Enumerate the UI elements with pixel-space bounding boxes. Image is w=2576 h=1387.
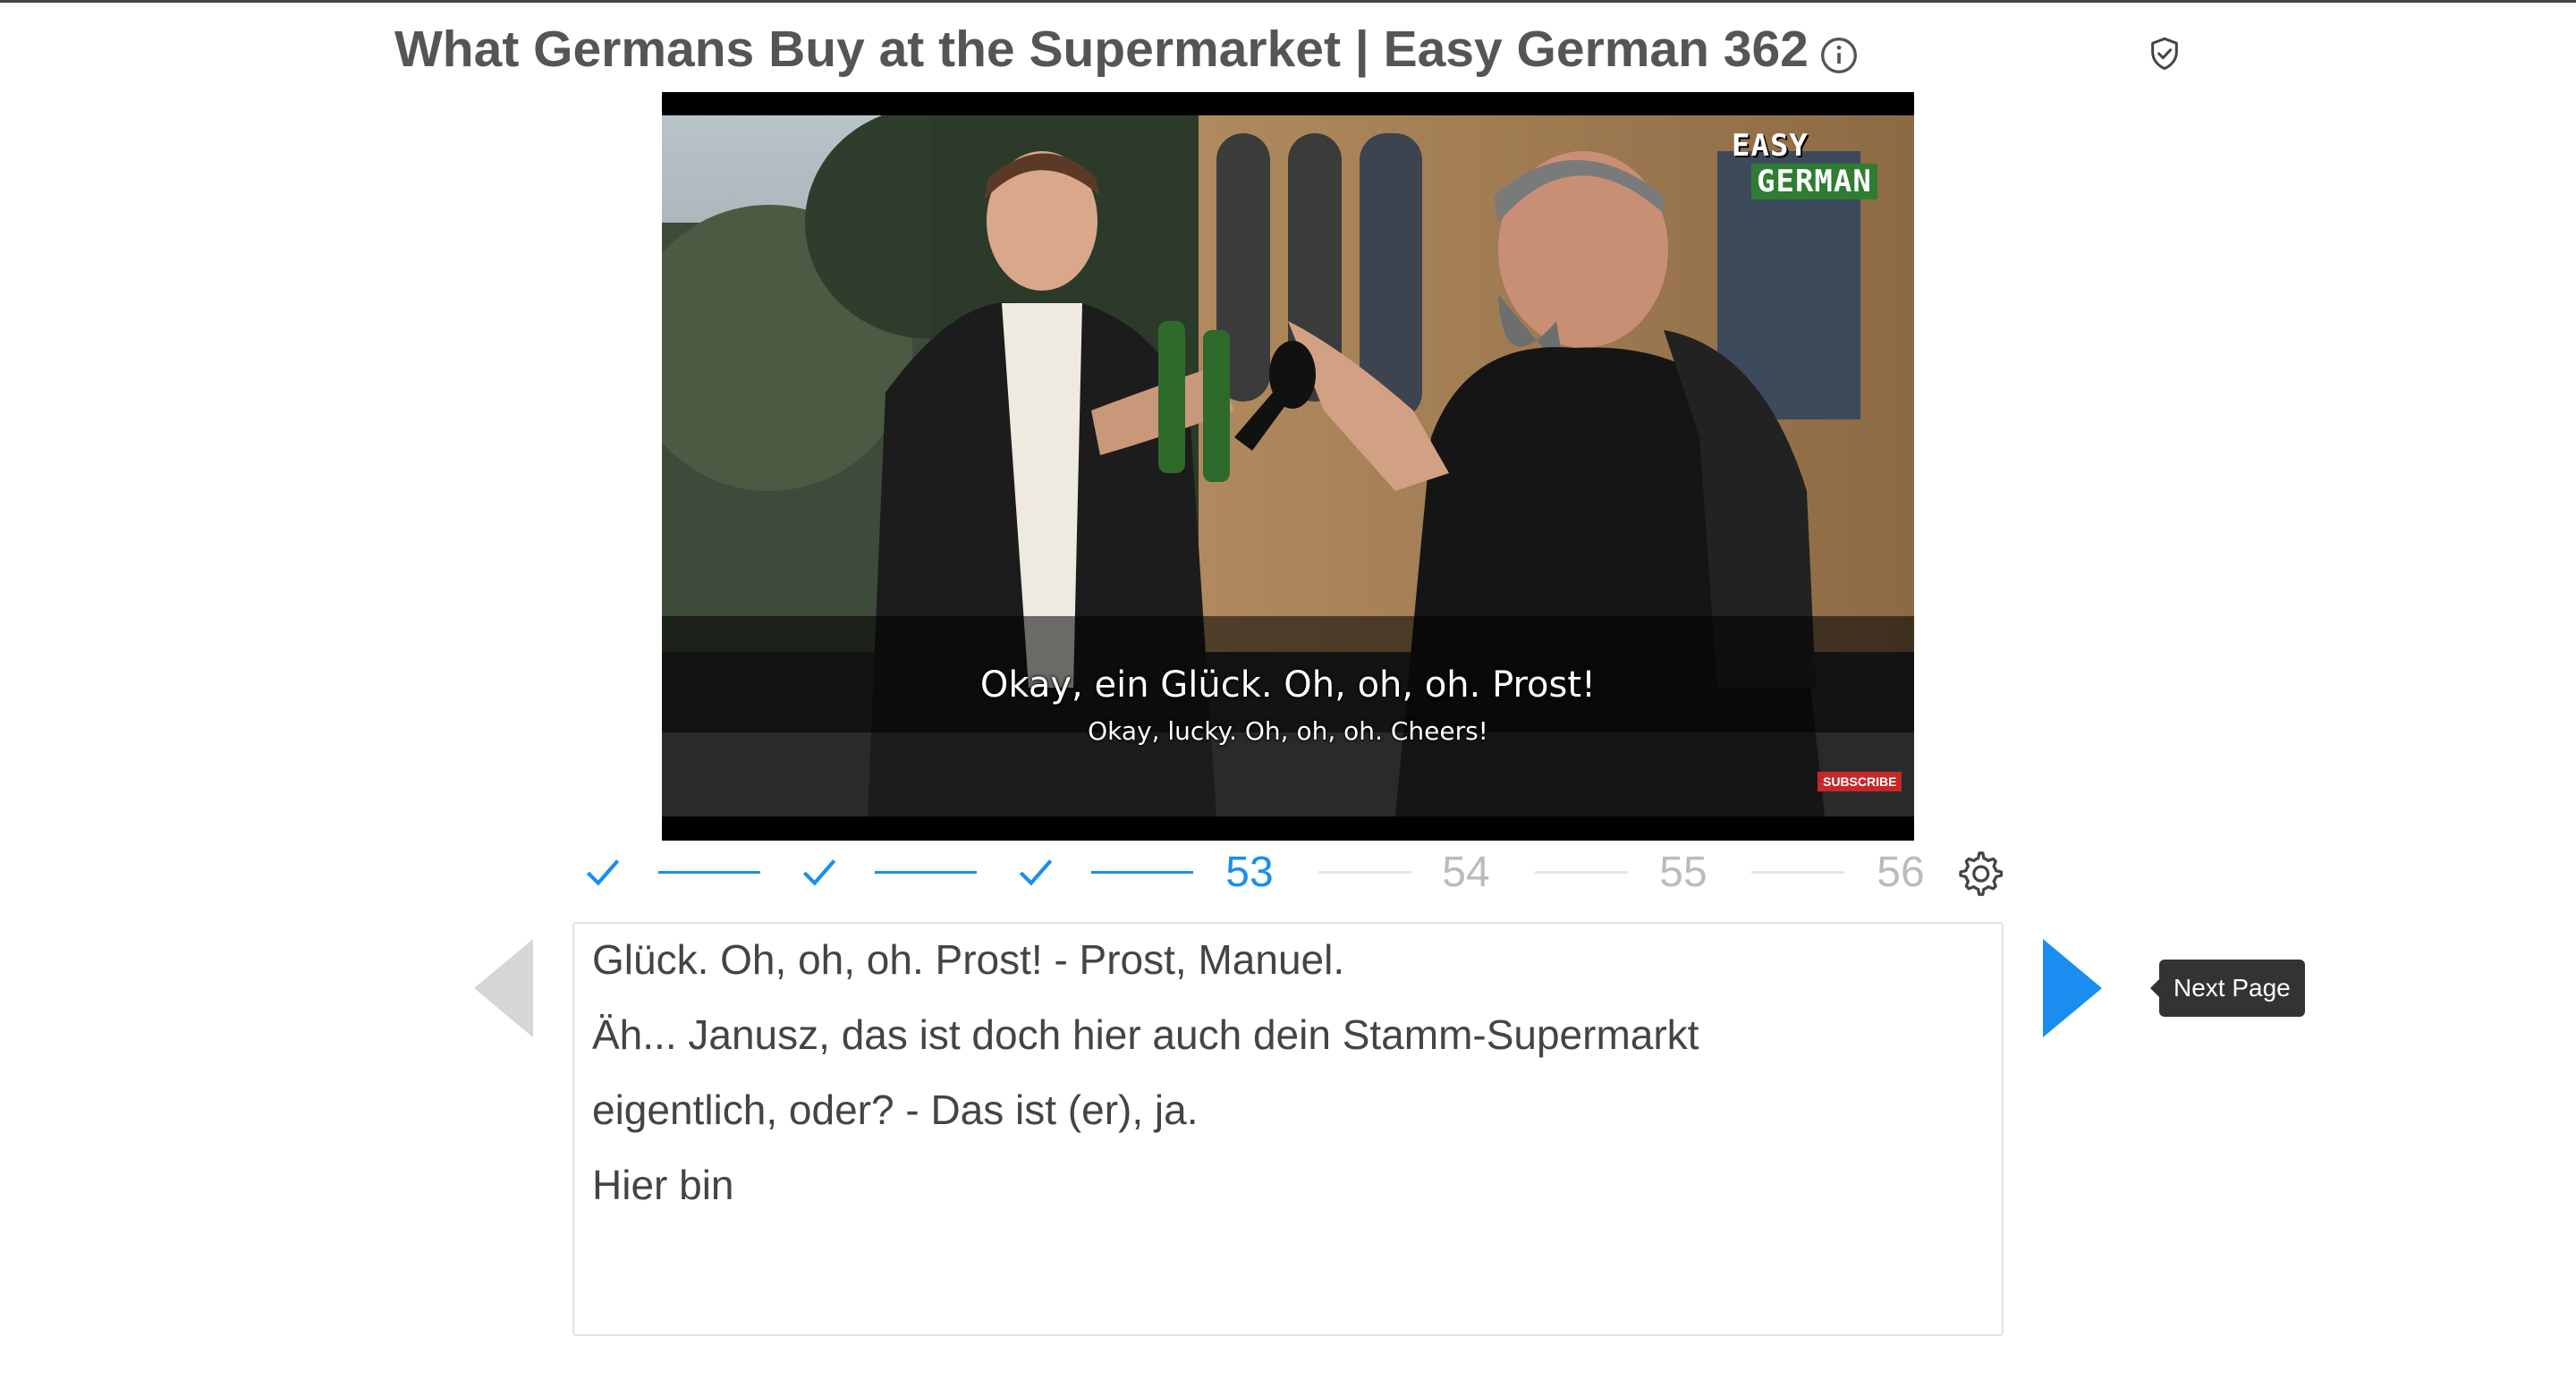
progress-connector	[1535, 871, 1628, 874]
video-player[interactable]: EASY GERMAN Okay, ein Glück. Oh, oh, oh.…	[662, 92, 1914, 841]
shield-check-icon[interactable]	[2147, 36, 2182, 72]
info-icon[interactable]	[1819, 36, 1859, 75]
page-step[interactable]: 54	[1430, 841, 1502, 903]
progress-connector	[1318, 871, 1411, 874]
subtitle-english: Okay, lucky. Oh, oh, oh. Cheers!	[1088, 716, 1488, 746]
top-border	[0, 0, 2576, 3]
progress-connector	[658, 871, 760, 874]
page-progress: 53 54 55 56	[564, 841, 2012, 903]
progress-connector	[1091, 871, 1193, 874]
page-step[interactable]: 56	[1865, 841, 1936, 903]
completed-step-checkmark-icon[interactable]	[567, 841, 639, 903]
progress-connector	[875, 871, 977, 874]
transcript-text-box[interactable]: Glück. Oh, oh, oh. Prost! - Prost, Manue…	[572, 922, 2004, 1336]
next-page-tooltip: Next Page	[2150, 960, 2305, 1017]
gear-icon[interactable]	[1954, 848, 2004, 898]
previous-page-arrow-icon[interactable]	[474, 939, 537, 1037]
subscribe-badge: SUBSCRIBE	[1818, 772, 1902, 791]
video-title: What Germans Buy at the Supermarket | Ea…	[394, 21, 1809, 78]
progress-connector	[1751, 871, 1844, 874]
completed-step-checkmark-icon[interactable]	[1000, 841, 1072, 903]
next-page-arrow-icon[interactable]	[2039, 939, 2102, 1037]
easy-german-logo: EASY GERMAN	[1726, 126, 1902, 203]
page-header: What Germans Buy at the Supermarket | Ea…	[394, 20, 1859, 79]
page-step-current[interactable]: 53	[1214, 841, 1285, 903]
completed-step-checkmark-icon[interactable]	[784, 841, 855, 903]
page-step[interactable]: 55	[1648, 841, 1719, 903]
video-frame	[662, 115, 1914, 816]
subtitle-german: Okay, ein Glück. Oh, oh, oh. Prost!	[979, 664, 1597, 706]
